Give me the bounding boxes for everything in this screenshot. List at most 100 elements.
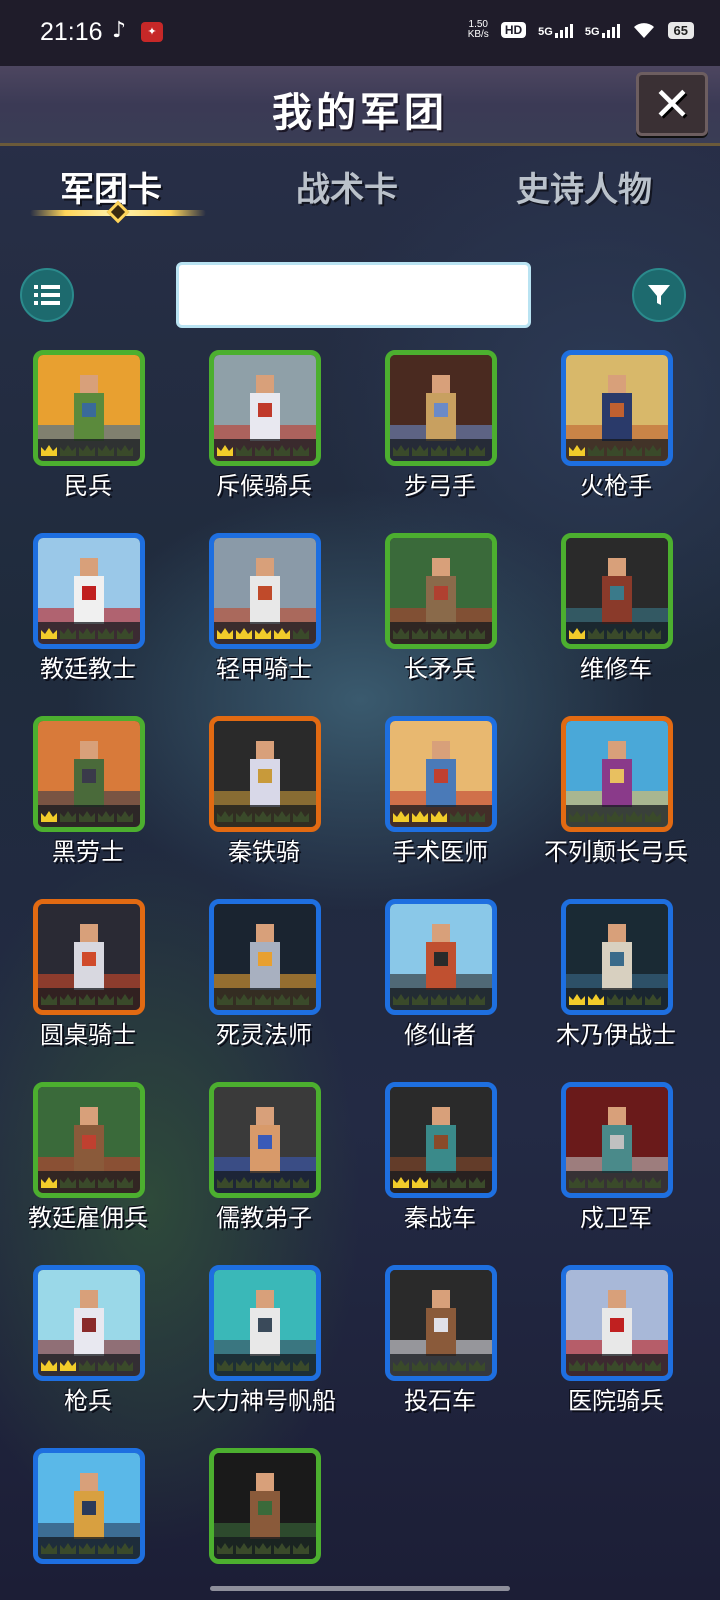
- unit-name: 轻甲骑士: [216, 655, 312, 683]
- crown-icon: [645, 445, 661, 456]
- star-rating: [390, 805, 492, 827]
- unit-card[interactable]: 教廷教士: [0, 533, 176, 683]
- unit-portrait-frame: [209, 1265, 321, 1381]
- star-rating: [38, 1537, 140, 1559]
- tab-tactic-cards[interactable]: 战术卡: [296, 162, 398, 211]
- crown-icon: [255, 1360, 271, 1371]
- hd-icon: HD: [500, 22, 527, 38]
- star-rating: [390, 439, 492, 461]
- star-rating: [38, 439, 140, 461]
- crown-icon: [645, 628, 661, 639]
- status-time: 21:16: [40, 18, 103, 46]
- unit-card[interactable]: 秦铁骑: [176, 716, 352, 866]
- crown-icon: [393, 811, 409, 822]
- unit-card[interactable]: 轻甲骑士: [176, 533, 352, 683]
- unit-card[interactable]: 大力神号帆船: [176, 1265, 352, 1415]
- unit-name: 投石车: [404, 1387, 476, 1415]
- unit-name: 大力神号帆船: [192, 1387, 336, 1415]
- unit-portrait-frame: [209, 533, 321, 649]
- crown-icon: [274, 994, 290, 1005]
- unit-card[interactable]: 投石车: [352, 1265, 528, 1415]
- unit-card[interactable]: 手术医师: [352, 716, 528, 866]
- unit-card[interactable]: 枪兵: [0, 1265, 176, 1415]
- crown-icon: [236, 811, 252, 822]
- crown-icon: [412, 1177, 428, 1188]
- unit-name: 医院骑兵: [568, 1387, 664, 1415]
- crown-icon: [79, 1360, 95, 1371]
- tab-legion-cards[interactable]: 军团卡: [60, 162, 162, 211]
- crown-icon: [469, 628, 485, 639]
- app-notification-icon: ✦: [141, 22, 163, 42]
- unit-name: 修仙者: [404, 1021, 476, 1049]
- unit-card[interactable]: 圆桌骑士: [0, 899, 176, 1049]
- crown-icon: [98, 628, 114, 639]
- unit-card[interactable]: 修仙者: [352, 899, 528, 1049]
- net-speed: 1.50 KB/s: [468, 20, 489, 40]
- unit-portrait-frame: [385, 716, 497, 832]
- unit-portrait-frame: [561, 350, 673, 466]
- unit-card[interactable]: 火枪手: [528, 350, 704, 500]
- crown-icon: [607, 811, 623, 822]
- header: 我的军团 ✕: [0, 66, 720, 146]
- unit-card[interactable]: 黑劳士: [0, 716, 176, 866]
- unit-card[interactable]: 秦战车: [352, 1082, 528, 1232]
- list-view-button[interactable]: [20, 268, 74, 322]
- unit-portrait-frame: [209, 899, 321, 1015]
- status-indicators: 1.50 KB/s HD 5G 5G 65: [468, 20, 694, 40]
- unit-name: 步弓手: [404, 472, 476, 500]
- unit-card[interactable]: 长矛兵: [352, 533, 528, 683]
- unit-card[interactable]: [176, 1448, 352, 1598]
- filter-button[interactable]: [632, 268, 686, 322]
- unit-portrait-frame: [33, 716, 145, 832]
- home-indicator: [210, 1586, 510, 1591]
- crown-icon: [450, 628, 466, 639]
- star-rating: [214, 805, 316, 827]
- crown-icon: [412, 811, 428, 822]
- crown-icon: [274, 1177, 290, 1188]
- close-button[interactable]: ✕: [636, 72, 708, 136]
- crown-icon: [569, 1360, 585, 1371]
- signal-label-1: 5G: [538, 26, 553, 38]
- unit-card[interactable]: 医院骑兵: [528, 1265, 704, 1415]
- unit-card[interactable]: 儒教弟子: [176, 1082, 352, 1232]
- unit-card[interactable]: 步弓手: [352, 350, 528, 500]
- search-input[interactable]: [176, 262, 531, 328]
- unit-card[interactable]: 民兵: [0, 350, 176, 500]
- crown-icon: [217, 811, 233, 822]
- crown-icon: [450, 1177, 466, 1188]
- unit-portrait-frame: [209, 1448, 321, 1564]
- unit-card[interactable]: 不列颠长弓兵: [528, 716, 704, 866]
- crown-icon: [469, 1177, 485, 1188]
- unit-card[interactable]: [0, 1448, 176, 1598]
- unit-card[interactable]: 教廷雇佣兵: [0, 1082, 176, 1232]
- crown-icon: [98, 1360, 114, 1371]
- unit-card[interactable]: 斥候骑兵: [176, 350, 352, 500]
- crown-icon: [60, 628, 76, 639]
- page-title: 我的军团: [272, 90, 448, 136]
- star-rating: [566, 439, 668, 461]
- battery-icon: 65: [667, 21, 694, 39]
- unit-card[interactable]: 死灵法师: [176, 899, 352, 1049]
- unit-portrait-frame: [209, 716, 321, 832]
- star-rating: [390, 1171, 492, 1193]
- unit-name: 秦铁骑: [228, 838, 300, 866]
- unit-card[interactable]: 维修车: [528, 533, 704, 683]
- crown-icon: [645, 994, 661, 1005]
- crown-icon: [60, 811, 76, 822]
- star-rating: [566, 988, 668, 1010]
- crown-icon: [274, 628, 290, 639]
- crown-icon: [255, 445, 271, 456]
- unit-card[interactable]: 木乃伊战士: [528, 899, 704, 1049]
- star-rating: [566, 1171, 668, 1193]
- signal-5g-2: 5G: [585, 22, 620, 38]
- crown-icon: [117, 1543, 133, 1554]
- crown-icon: [607, 1177, 623, 1188]
- crown-icon: [274, 1543, 290, 1554]
- crown-icon: [41, 1543, 57, 1554]
- crown-icon: [412, 628, 428, 639]
- unit-portrait-frame: [561, 1265, 673, 1381]
- unit-card[interactable]: 戍卫军: [528, 1082, 704, 1232]
- star-rating: [214, 622, 316, 644]
- tab-epic-characters[interactable]: 史诗人物: [516, 162, 652, 211]
- wifi-icon: [633, 23, 654, 38]
